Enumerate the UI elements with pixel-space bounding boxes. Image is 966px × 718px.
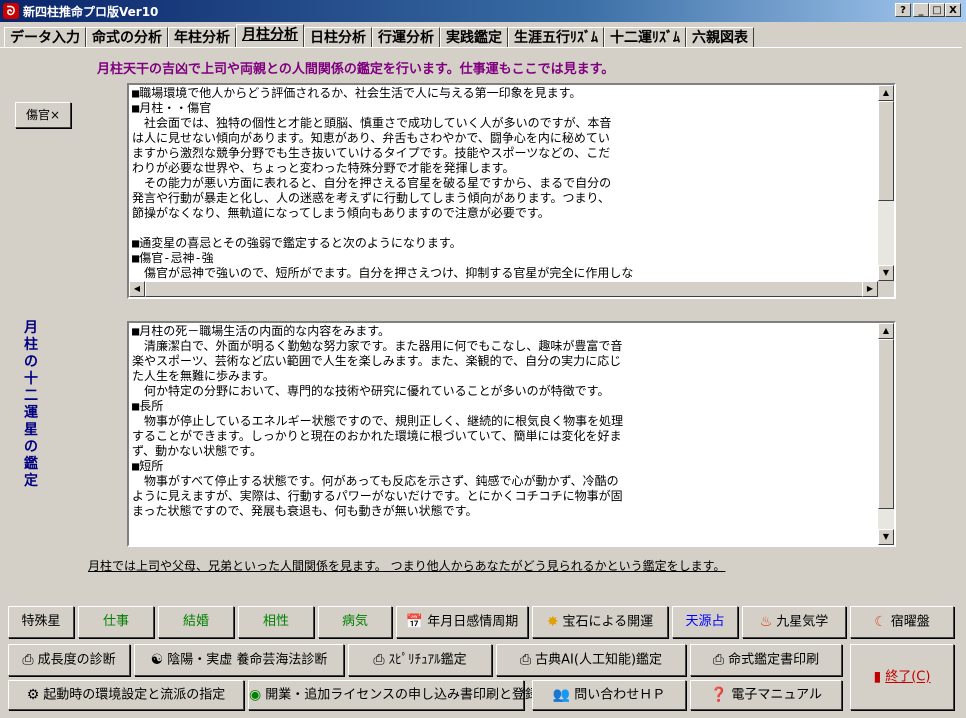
printer-icon: ⎙ [373, 652, 385, 668]
button-label: 特殊星 [21, 614, 61, 629]
button-label: ｽﾋﾟﾘﾁｭｱﾙ鑑定 [388, 652, 467, 668]
kyusei-button[interactable]: ♨ 九星気学 [742, 606, 846, 638]
help-icon: ❓ [709, 687, 728, 703]
month-pillar-text[interactable]: ■職場環境で他人からどう評価されるか、社会生活で人に与える第一印象を見ます。 ■… [127, 83, 896, 299]
button-label: 宿曜盤 [890, 614, 930, 630]
moon-icon: ☾ [874, 614, 887, 630]
twelve-stages-text[interactable]: ■月柱の死－職場生活の内面的な内容をみます。 清廉潔白で、外面が明るく勤勉な努力… [127, 321, 896, 547]
tab-month-pillar[interactable]: 月柱分析 [236, 24, 304, 48]
shukuyo-button[interactable]: ☾ 宿曜盤 [850, 606, 954, 638]
button-label: 結婚 [182, 614, 209, 629]
scroll-thumb[interactable] [878, 101, 894, 201]
settings-icon: ⚙ [26, 687, 40, 703]
growth-diagnosis-button[interactable]: ⎙ 成長度の診断 [8, 644, 130, 676]
gem-luck-button[interactable]: ✸ 宝石による開運 [532, 606, 668, 638]
tab-five-elements[interactable]: 生涯五行ﾘｽﾞﾑ [508, 27, 604, 48]
tab-six-relatives[interactable]: 六親図表 [686, 27, 754, 48]
app-icon: ᘐ [3, 3, 19, 19]
manual-button[interactable]: ❓ 電子マニュアル [690, 680, 842, 710]
button-label: 病気 [341, 614, 368, 629]
button-label: 終了(C) [885, 669, 931, 685]
button-label: 相性 [262, 614, 289, 629]
button-label: 成長度の診断 [37, 652, 116, 668]
button-label: 天源占 [685, 614, 725, 629]
help-button[interactable]: ? [895, 3, 911, 17]
month-pillar-text-content: ■職場環境で他人からどう評価されるか、社会生活で人に与える第一印象を見ます。 ■… [132, 86, 634, 280]
illness-button[interactable]: 病気 [318, 606, 392, 638]
tab-year-pillar[interactable]: 年柱分析 [168, 27, 236, 48]
calendar-icon: 📅 [405, 614, 424, 630]
tab-twelve-stages[interactable]: 十二運ﾘｽﾞﾑ [604, 27, 686, 48]
printer-icon: ⎙ [712, 652, 725, 668]
yinyang-icon: ☯ [150, 652, 164, 668]
classic-ai-button[interactable]: ⎙ 古典AI(人工知能)鑑定 [496, 644, 686, 676]
button-label: 開業・追加ライセンスの申し込み書印刷と登録 [265, 687, 538, 703]
tab-meishiki[interactable]: 命式の分析 [86, 27, 168, 48]
button-label: 年月日感情周期 [427, 614, 519, 630]
license-button[interactable]: ◉ 開業・追加ライセンスの申し込み書印刷と登録 [248, 680, 538, 710]
shokan-button[interactable]: 傷官× [15, 102, 71, 128]
button-label: 陰陽・実虚 養命芸海法診断 [167, 652, 328, 668]
button-label: 宝石による開運 [562, 614, 654, 630]
horizontal-scrollbar[interactable]: ◀ ▶ [129, 281, 878, 297]
printer-icon: ⎙ [519, 652, 532, 668]
fire-icon: ♨ [759, 614, 773, 630]
print-report-button[interactable]: ⎙ 命式鑑定書印刷 [690, 644, 842, 676]
sun-icon: ✸ [546, 614, 559, 630]
settings-button[interactable]: ⚙ 起動時の環境設定と流派の指定 [8, 680, 244, 710]
scroll-up-icon[interactable]: ▲ [878, 323, 894, 339]
vertical-scrollbar[interactable]: ▲ ▼ [878, 85, 894, 281]
twelve-stages-label: 月柱の十二運星の鑑定 [24, 320, 38, 489]
vertical-scrollbar[interactable]: ▲ ▼ [878, 323, 894, 545]
maximize-button[interactable]: □ [929, 3, 945, 17]
title-bar: ᘐ 新四柱推命プロ版Ver10 ? _ □ X [0, 0, 966, 22]
tab-fortune[interactable]: 行運分析 [372, 27, 440, 48]
tab-practice[interactable]: 実践鑑定 [440, 27, 508, 48]
scroll-down-icon[interactable]: ▼ [878, 265, 894, 281]
button-label: 電子マニュアル [731, 687, 823, 703]
tengen-button[interactable]: 天源占 [672, 606, 738, 638]
scroll-corner [878, 281, 894, 297]
marriage-button[interactable]: 結婚 [158, 606, 234, 638]
page-heading: 月柱天干の吉凶で上司や両親との人間関係の鑑定を行います。仕事運もここでは見ます。 [97, 62, 615, 77]
people-icon: 👥 [552, 687, 571, 703]
exit-icon: ▮ [873, 669, 882, 685]
window-title: 新四柱推命プロ版Ver10 [23, 5, 159, 19]
globe-icon: ◉ [249, 687, 262, 703]
button-label: 命式鑑定書印刷 [728, 652, 820, 668]
work-button[interactable]: 仕事 [78, 606, 154, 638]
scroll-right-icon[interactable]: ▶ [862, 281, 878, 297]
scroll-up-icon[interactable]: ▲ [878, 85, 894, 101]
spiritual-button[interactable]: ⎙ ｽﾋﾟﾘﾁｭｱﾙ鑑定 [348, 644, 492, 676]
scroll-thumb[interactable] [878, 339, 894, 509]
footnote: 月柱では上司や父母、兄弟といった人間関係を見ます。 つまり他人からあなたがどう見… [88, 559, 726, 573]
compatibility-button[interactable]: 相性 [238, 606, 314, 638]
button-label: 古典AI(人工知能)鑑定 [535, 652, 663, 668]
exit-button[interactable]: ▮ 終了(C) [850, 644, 954, 710]
special-star-button[interactable]: 特殊星 [8, 606, 74, 638]
scroll-down-icon[interactable]: ▼ [878, 529, 894, 545]
tab-bar: データ入力 命式の分析 年柱分析 月柱分析 日柱分析 行運分析 実践鑑定 生涯五行ﾘｽﾞﾑ 十二… [4, 24, 754, 48]
button-label: 九星気学 [776, 614, 829, 630]
emotion-cycle-button[interactable]: 📅 年月日感情周期 [396, 606, 528, 638]
printer-icon: ⎙ [22, 652, 34, 668]
contact-button[interactable]: 👥 問い合わせＨＰ [532, 680, 686, 710]
twelve-stages-text-content: ■月柱の死－職場生活の内面的な内容をみます。 清廉潔白で、外面が明るく勤勉な努力… [132, 324, 624, 518]
button-label: 仕事 [102, 614, 129, 629]
close-button[interactable]: X [945, 3, 961, 17]
tab-data-input[interactable]: データ入力 [4, 27, 86, 48]
scroll-thumb-horizontal[interactable] [145, 281, 865, 297]
button-label: 起動時の環境設定と流派の指定 [43, 687, 226, 703]
button-label: 問い合わせＨＰ [574, 687, 666, 703]
minimize-button[interactable]: _ [913, 3, 929, 17]
tab-day-pillar[interactable]: 日柱分析 [304, 27, 372, 48]
scroll-left-icon[interactable]: ◀ [129, 281, 145, 297]
yinyang-diagnosis-button[interactable]: ☯ 陰陽・実虚 養命芸海法診断 [134, 644, 344, 676]
